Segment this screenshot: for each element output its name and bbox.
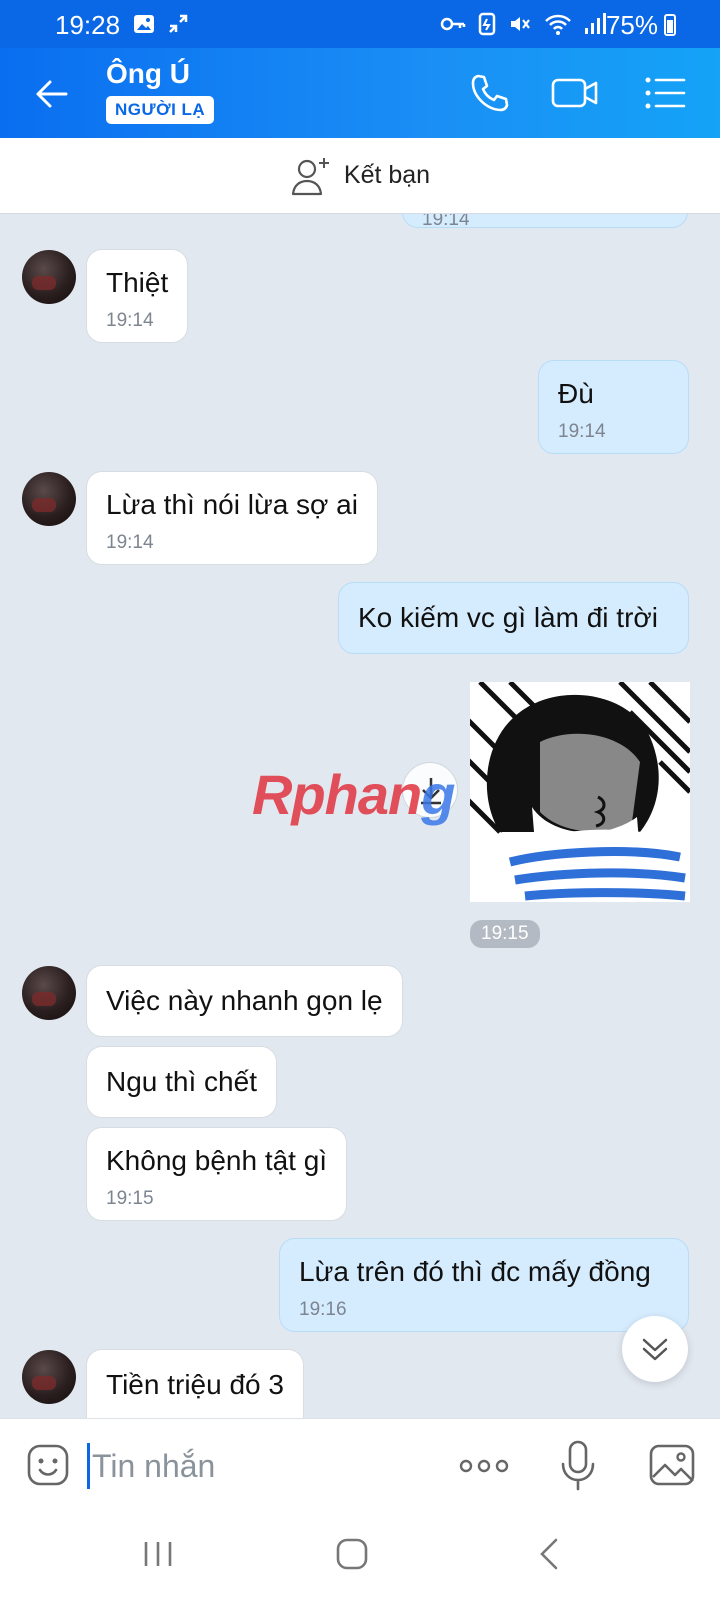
message-bubble-incoming[interactable]: Ngu thì chết: [86, 1046, 277, 1118]
message-text: Ko kiếm vc gì làm đi trời: [358, 602, 658, 633]
call-forward-icon: [169, 14, 188, 33]
contact-name[interactable]: Ông Ú: [106, 58, 190, 90]
scroll-to-bottom-button[interactable]: [622, 1316, 688, 1382]
battery-icon: [664, 14, 676, 36]
message-bubble-incoming[interactable]: Không bệnh tật gì 19:15: [86, 1127, 348, 1222]
message-bubble-incoming[interactable]: Việc này nhanh gọn lẹ: [86, 965, 403, 1037]
message-text: Đù: [558, 378, 594, 409]
message-text: Việc này nhanh gọn lẹ: [106, 985, 383, 1016]
avatar[interactable]: [22, 472, 76, 526]
message-text: Không bệnh tật gì: [106, 1145, 328, 1176]
add-friend-icon: [291, 157, 329, 195]
message-time: 19:14: [106, 309, 154, 331]
message-bubble-outgoing[interactable]: 19:14: [402, 214, 688, 230]
system-navigation-bar: [0, 1514, 720, 1600]
status-time: 19:28: [55, 10, 121, 40]
message-time: 19:15: [106, 1187, 154, 1209]
message-bubble-incoming[interactable]: Thiệt 19:14: [86, 249, 189, 344]
message-bubble-incoming[interactable]: Tiền triệu đó 3: [86, 1349, 304, 1418]
sticker-image[interactable]: [470, 682, 690, 902]
avatar[interactable]: [22, 1350, 76, 1404]
watermark-logo: Rphang: [252, 763, 455, 826]
chevron-double-down-icon: [642, 1338, 668, 1361]
key-icon: [440, 17, 466, 31]
signal-icon: [585, 13, 606, 34]
message-text: Tiền triệu đó 3: [106, 1369, 284, 1400]
sticker-time: 19:15: [470, 920, 540, 948]
add-friend-button[interactable]: Kết bạn: [0, 138, 720, 214]
emoji-sticker-icon[interactable]: [26, 1443, 70, 1487]
back-nav-icon[interactable]: [530, 1534, 570, 1574]
more-options-icon[interactable]: [458, 1451, 510, 1481]
message-time: 19:16: [299, 1298, 347, 1320]
message-list[interactable]: 19:14 Thiệt 19:14 Đù 19:14 Lừa thì nói l…: [0, 214, 720, 1418]
status-bar: 19:28 75%: [0, 0, 720, 48]
microphone-icon[interactable]: [558, 1439, 598, 1491]
menu-list-icon[interactable]: [642, 70, 688, 116]
mute-icon: [511, 17, 530, 31]
composer-bar: Tin nhắn: [0, 1418, 720, 1514]
phone-icon[interactable]: [466, 70, 512, 116]
message-time: 19:14: [558, 420, 606, 442]
nfc-icon: [478, 12, 496, 36]
wifi-icon: [545, 14, 571, 35]
message-bubble-incoming[interactable]: Lừa thì nói lừa sợ ai 19:14: [86, 471, 378, 566]
back-arrow-icon[interactable]: [32, 74, 72, 114]
message-bubble-outgoing[interactable]: Ko kiếm vc gì làm đi trời: [338, 582, 689, 654]
message-text: Lừa trên đó thì đc mấy đồng: [299, 1256, 651, 1287]
chat-header: Ông Ú NGƯỜI LẠ: [0, 48, 720, 138]
message-time: 19:14: [422, 214, 470, 230]
battery-percent: 75%: [605, 10, 658, 40]
gallery-icon: [134, 15, 154, 33]
message-bubble-outgoing[interactable]: Đù 19:14: [538, 360, 689, 455]
home-icon[interactable]: [332, 1534, 372, 1574]
image-gallery-icon[interactable]: [648, 1443, 696, 1487]
message-text: Ngu thì chết: [106, 1066, 257, 1097]
message-time: 19:14: [106, 531, 154, 553]
avatar[interactable]: [22, 250, 76, 304]
message-text: Thiệt: [106, 267, 169, 298]
stranger-badge: NGƯỜI LẠ: [106, 96, 215, 124]
recent-apps-icon[interactable]: [138, 1534, 178, 1574]
message-text: Lừa thì nói lừa sợ ai: [106, 489, 358, 520]
message-input[interactable]: Tin nhắn: [87, 1443, 387, 1489]
avatar[interactable]: [22, 966, 76, 1020]
add-friend-label: Kết bạn: [343, 161, 431, 189]
video-call-icon[interactable]: [550, 70, 600, 116]
